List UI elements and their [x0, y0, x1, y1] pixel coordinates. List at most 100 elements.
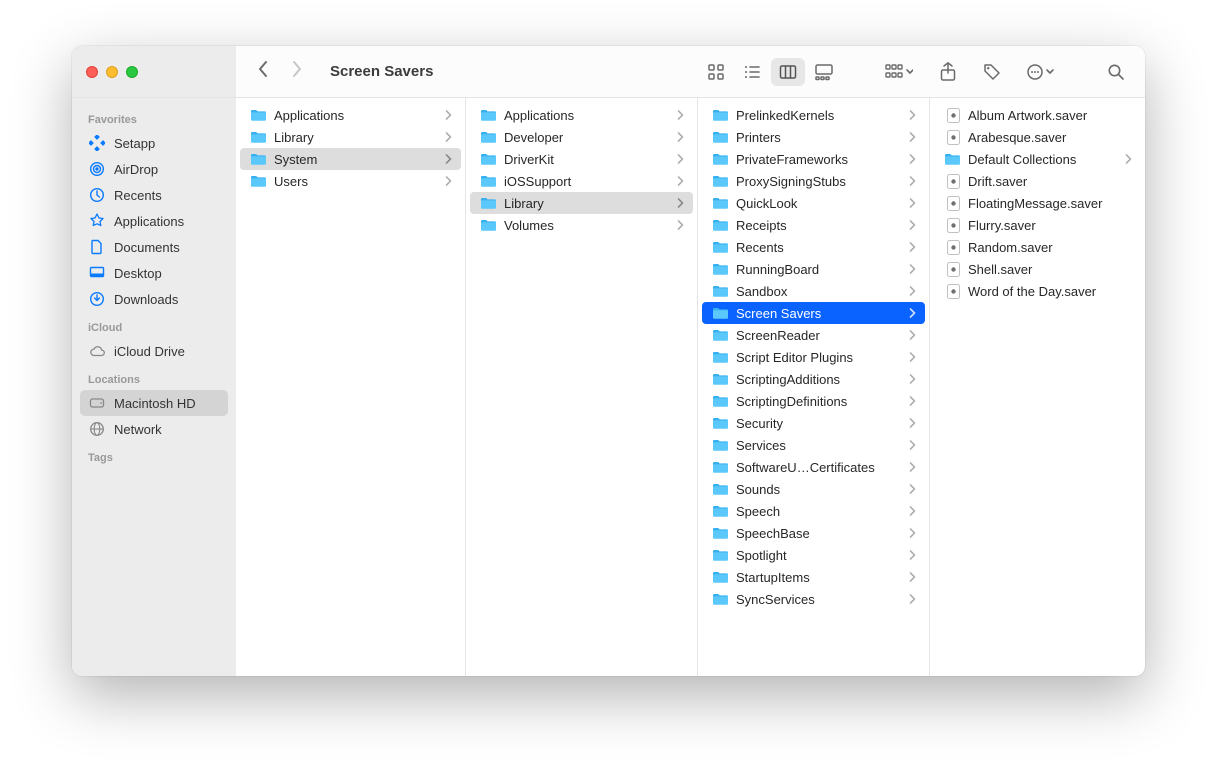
- list-item[interactable]: SyncServices: [702, 588, 925, 610]
- list-item[interactable]: RunningBoard: [702, 258, 925, 280]
- more-actions-button[interactable]: [1019, 58, 1063, 86]
- column-browser: ApplicationsLibrarySystemUsersApplicatio…: [236, 98, 1145, 676]
- list-item[interactable]: Flurry.saver: [934, 214, 1141, 236]
- column-3[interactable]: Album Artwork.saver Arabesque.saverDefaul…: [930, 98, 1145, 676]
- folder-icon: [712, 415, 730, 431]
- search-button[interactable]: [1099, 58, 1133, 86]
- list-item[interactable]: Services: [702, 434, 925, 456]
- column-1[interactable]: ApplicationsDeveloperDriverKit iOSSupport…: [466, 98, 698, 676]
- list-item[interactable]: System: [240, 148, 461, 170]
- folder-icon: [712, 481, 730, 497]
- list-item[interactable]: Spotlight: [702, 544, 925, 566]
- list-item-label: FloatingMessage.saver: [968, 196, 1133, 211]
- sidebar-item-icloud-drive[interactable]: iCloud Drive: [80, 338, 228, 364]
- sidebar-item-recents[interactable]: Recents: [80, 182, 228, 208]
- list-item[interactable]: Album Artwork.saver: [934, 104, 1141, 126]
- list-item-label: Spotlight: [736, 548, 903, 563]
- list-item[interactable]: ProxySigningStubs: [702, 170, 925, 192]
- list-item-label: Recents: [736, 240, 903, 255]
- window-controls: [86, 66, 138, 78]
- list-item[interactable]: Applications: [470, 104, 693, 126]
- minimize-window-button[interactable]: [106, 66, 118, 78]
- sidebar-item-desktop[interactable]: Desktop: [80, 260, 228, 286]
- list-item[interactable]: Sounds: [702, 478, 925, 500]
- list-item[interactable]: Recents: [702, 236, 925, 258]
- list-item[interactable]: PrivateFrameworks: [702, 148, 925, 170]
- tags-button[interactable]: [975, 58, 1009, 86]
- list-item[interactable]: Shell.saver: [934, 258, 1141, 280]
- list-item[interactable]: Screen Savers: [702, 302, 925, 324]
- folder-icon: [712, 371, 730, 387]
- list-item-label: ScreenReader: [736, 328, 903, 343]
- list-item[interactable]: Users: [240, 170, 461, 192]
- back-button[interactable]: [256, 60, 270, 83]
- close-window-button[interactable]: [86, 66, 98, 78]
- folder-icon: [712, 129, 730, 145]
- list-item-label: Printers: [736, 130, 903, 145]
- list-item[interactable]: Drift.saver: [934, 170, 1141, 192]
- list-item[interactable]: Sandbox: [702, 280, 925, 302]
- list-item[interactable]: Volumes: [470, 214, 693, 236]
- list-item[interactable]: QuickLook: [702, 192, 925, 214]
- icon-view-button[interactable]: [699, 58, 733, 86]
- list-item[interactable]: Script Editor Plugins: [702, 346, 925, 368]
- sidebar-item-setapp[interactable]: Setapp: [80, 130, 228, 156]
- list-item[interactable]: ScriptingDefinitions: [702, 390, 925, 412]
- zoom-window-button[interactable]: [126, 66, 138, 78]
- list-item-label: PrivateFrameworks: [736, 152, 903, 167]
- list-item[interactable]: Word of the Day.saver: [934, 280, 1141, 302]
- sidebar-item-applications[interactable]: Applications: [80, 208, 228, 234]
- download-icon: [88, 290, 106, 308]
- list-item[interactable]: Receipts: [702, 214, 925, 236]
- gallery-view-button[interactable]: [807, 58, 841, 86]
- list-item[interactable]: iOSSupport: [470, 170, 693, 192]
- sidebar-item-network[interactable]: Network: [80, 416, 228, 442]
- titlebar-sidebar-area: [72, 46, 236, 97]
- list-item[interactable]: StartupItems: [702, 566, 925, 588]
- column-view-button[interactable]: [771, 58, 805, 86]
- list-item[interactable]: Printers: [702, 126, 925, 148]
- folder-icon: [712, 239, 730, 255]
- sidebar-item-documents[interactable]: Documents: [80, 234, 228, 260]
- forward-button[interactable]: [290, 60, 304, 83]
- list-item-label: iOSSupport: [504, 174, 671, 189]
- sidebar-item-downloads[interactable]: Downloads: [80, 286, 228, 312]
- list-item[interactable]: Applications: [240, 104, 461, 126]
- list-item[interactable]: Security: [702, 412, 925, 434]
- folder-icon: [712, 547, 730, 563]
- list-item[interactable]: Library: [240, 126, 461, 148]
- list-item-label: Volumes: [504, 218, 671, 233]
- folder-icon: [480, 173, 498, 189]
- list-item-label: Screen Savers: [736, 306, 903, 321]
- folder-icon: [712, 393, 730, 409]
- chevron-right-icon: [445, 108, 453, 123]
- list-item-label: SyncServices: [736, 592, 903, 607]
- list-item[interactable]: FloatingMessage.saver: [934, 192, 1141, 214]
- chevron-right-icon: [445, 130, 453, 145]
- sidebar-item-macintosh-hd[interactable]: Macintosh HD: [80, 390, 228, 416]
- list-item[interactable]: ScreenReader: [702, 324, 925, 346]
- list-item-label: Word of the Day.saver: [968, 284, 1133, 299]
- saver-file-icon: [944, 261, 962, 277]
- list-item[interactable]: SoftwareU…Certificates: [702, 456, 925, 478]
- list-item[interactable]: PrelinkedKernels: [702, 104, 925, 126]
- list-item[interactable]: Default Collections: [934, 148, 1141, 170]
- list-item-label: Album Artwork.saver: [968, 108, 1133, 123]
- list-view-button[interactable]: [735, 58, 769, 86]
- list-item[interactable]: DriverKit: [470, 148, 693, 170]
- list-item[interactable]: Random.saver: [934, 236, 1141, 258]
- list-item[interactable]: Library: [470, 192, 693, 214]
- group-by-button[interactable]: [877, 58, 921, 86]
- list-item[interactable]: Arabesque.saver: [934, 126, 1141, 148]
- folder-icon: [480, 107, 498, 123]
- share-button[interactable]: [931, 58, 965, 86]
- list-item[interactable]: ScriptingAdditions: [702, 368, 925, 390]
- chevron-right-icon: [909, 174, 917, 189]
- folder-icon: [712, 327, 730, 343]
- column-0[interactable]: ApplicationsLibrarySystemUsers: [236, 98, 466, 676]
- list-item[interactable]: Speech: [702, 500, 925, 522]
- sidebar-item-airdrop[interactable]: AirDrop: [80, 156, 228, 182]
- list-item[interactable]: SpeechBase: [702, 522, 925, 544]
- column-2[interactable]: PrelinkedKernels Printers PrivateFramework…: [698, 98, 930, 676]
- list-item[interactable]: Developer: [470, 126, 693, 148]
